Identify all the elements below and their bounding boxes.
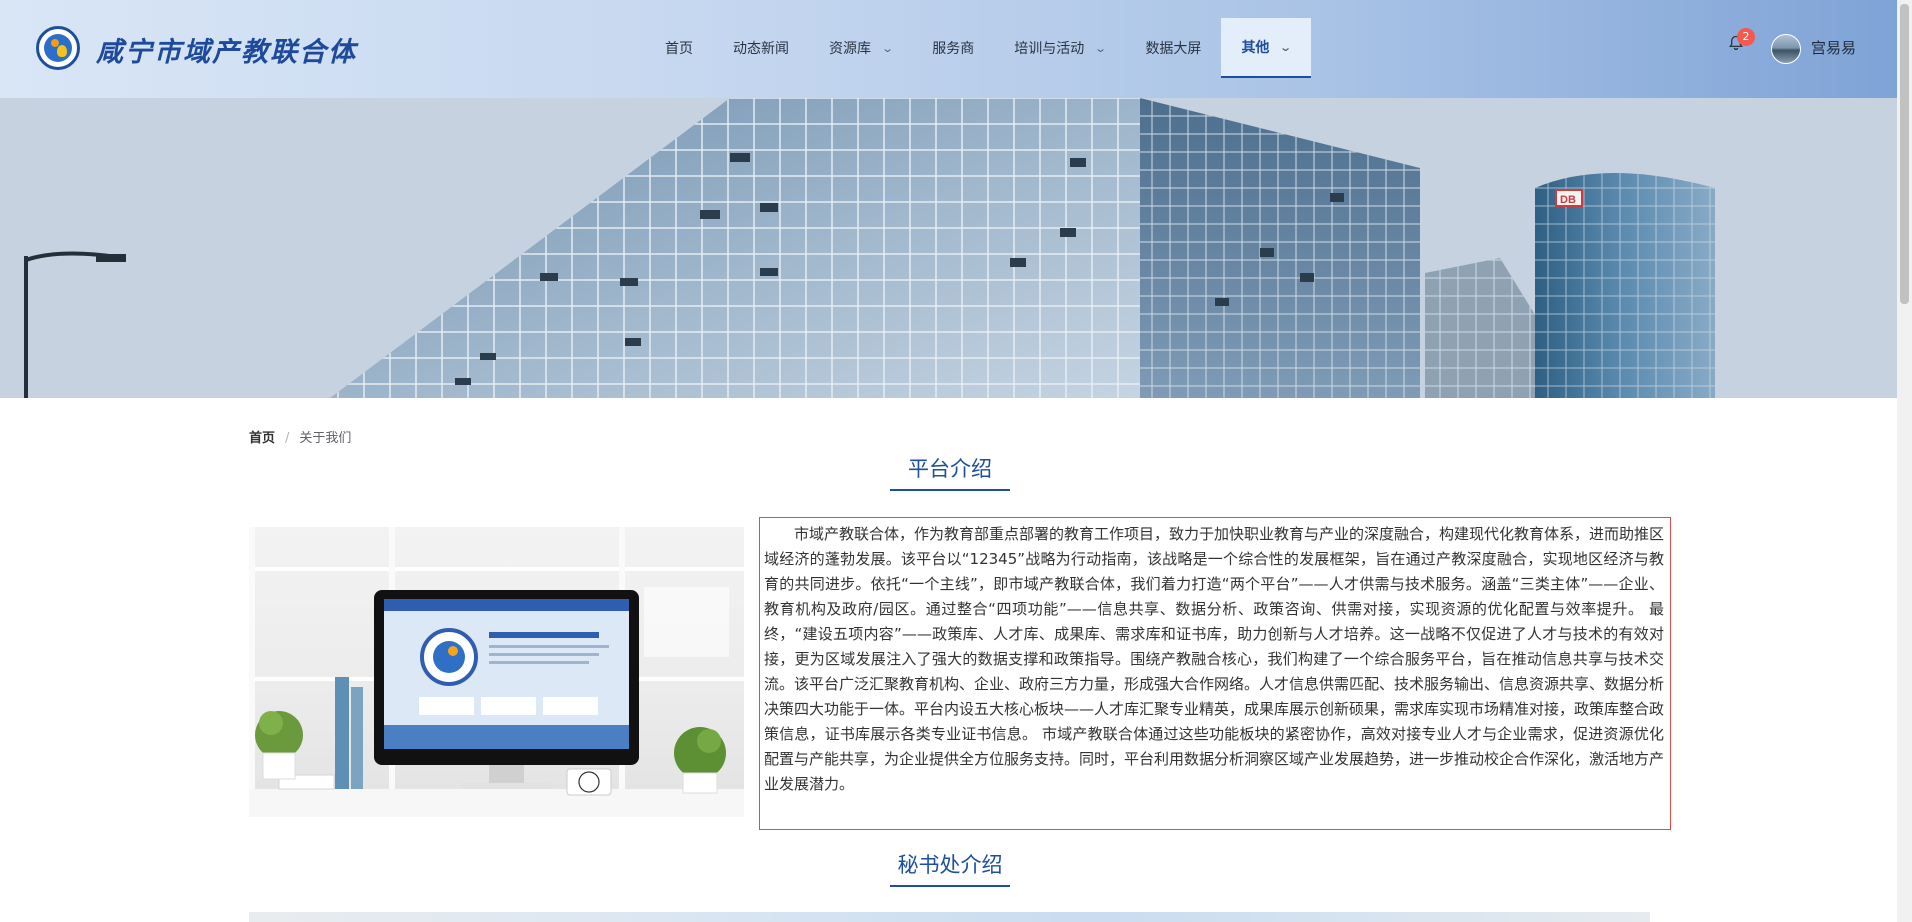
nav-item-label: 动态新闻 (733, 41, 789, 57)
scrollbar-thumb[interactable] (1900, 4, 1909, 304)
db-sign: DB (1560, 194, 1576, 206)
nav-item-other[interactable]: 其他 ⌄ (1221, 18, 1311, 78)
chevron-down-icon: ⌄ (1279, 40, 1293, 54)
nav-item-dashboard[interactable]: 数据大屏 (1125, 18, 1221, 78)
page: 咸宁市域产教联合体 首页 动态新闻 资源库 ⌄ 服务商 培训与活动 ⌄ 数据大屏 其… (0, 0, 1912, 922)
map-image (249, 912, 1650, 922)
chevron-down-icon: ⌄ (1094, 41, 1108, 55)
nav-item-label: 其他 (1241, 40, 1270, 56)
main-nav: 首页 动态新闻 资源库 ⌄ 服务商 培训与活动 ⌄ 数据大屏 其他 ⌄ (645, 18, 1311, 78)
nav-item-news[interactable]: 动态新闻 (713, 18, 809, 78)
hero-banner: DB (0, 98, 1897, 398)
secretariat-intro-title: 秘书处介绍 (890, 849, 1010, 887)
logo-emblem-icon[interactable] (36, 26, 80, 70)
nav-item-label: 资源库 (829, 41, 871, 57)
notification-badge: 2 (1737, 28, 1755, 46)
nav-item-providers[interactable]: 服务商 (912, 18, 994, 78)
breadcrumb-home[interactable]: 首页 (249, 431, 275, 446)
nav-item-label: 数据大屏 (1145, 41, 1202, 57)
platform-intro-title: 平台介绍 (890, 453, 1010, 491)
nav-item-label: 首页 (665, 41, 693, 57)
username[interactable]: 宫易易 (1811, 37, 1856, 58)
avatar[interactable] (1771, 34, 1801, 64)
platform-intro-paragraph: 市域产教联合体，作为教育部重点部署的教育工作项目，致力于加快职业教育与产业的深度… (764, 525, 1665, 793)
nav-item-label: 培训与活动 (1014, 41, 1085, 57)
nav-item-resources[interactable]: 资源库 ⌄ (809, 18, 912, 78)
breadcrumb-separator: / (285, 431, 290, 446)
platform-intro-text: 市域产教联合体，作为教育部重点部署的教育工作项目，致力于加快职业教育与产业的深度… (759, 517, 1671, 830)
nav-item-home[interactable]: 首页 (645, 18, 713, 78)
breadcrumb: 首页 / 关于我们 (249, 427, 351, 446)
breadcrumb-current: 关于我们 (299, 431, 352, 446)
platform-intro-image (249, 527, 744, 817)
nav-item-label: 服务商 (932, 41, 975, 57)
top-header: 咸宁市域产教联合体 首页 动态新闻 资源库 ⌄ 服务商 培训与活动 ⌄ 数据大屏 其… (0, 0, 1897, 98)
building-photo: DB (0, 98, 1897, 398)
chevron-down-icon: ⌄ (881, 41, 895, 55)
nav-item-training[interactable]: 培训与活动 ⌄ (994, 18, 1125, 78)
page-scrollbar[interactable] (1897, 0, 1912, 922)
site-title[interactable]: 咸宁市域产教联合体 (96, 30, 357, 69)
